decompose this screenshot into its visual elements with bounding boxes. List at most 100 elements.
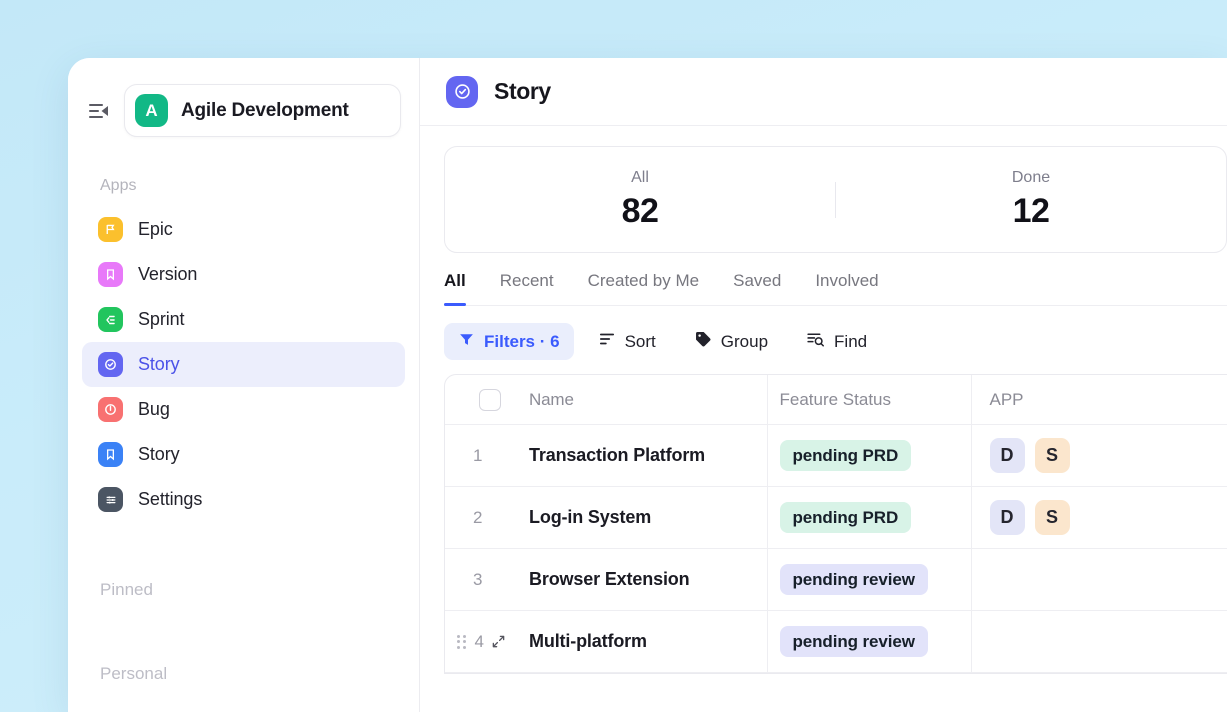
- sort-icon: [598, 330, 616, 353]
- status-badge[interactable]: pending PRD: [779, 440, 912, 471]
- row-status-cell: pending review: [768, 549, 972, 610]
- find-label: Find: [834, 331, 868, 351]
- view-tabs: All Recent Created by Me Saved Involved: [444, 271, 1227, 306]
- stat-done[interactable]: Done 12: [836, 169, 1226, 231]
- sort-label: Sort: [624, 331, 656, 351]
- sidebar-group-personal[interactable]: Personal: [68, 664, 419, 684]
- row-name[interactable]: Browser Extension: [529, 549, 768, 610]
- tab-all[interactable]: All: [444, 271, 466, 306]
- sidebar-item-epic[interactable]: Epic: [82, 207, 405, 252]
- sidebar-item-story[interactable]: Story: [82, 342, 405, 387]
- table-row[interactable]: 2 Log-in System pending PRD D S: [445, 487, 1227, 549]
- filters-label: Filters · 6: [484, 331, 560, 351]
- group-label: Group: [720, 331, 769, 351]
- sidebar-item-version[interactable]: Version: [82, 252, 405, 297]
- column-header-app[interactable]: APP: [972, 375, 1227, 424]
- row-status-cell: pending review: [768, 611, 972, 672]
- sidebar: A Agile Development Apps Epic Version Sp…: [68, 58, 420, 712]
- expand-icon[interactable]: [491, 634, 506, 649]
- tab-involved[interactable]: Involved: [815, 271, 878, 305]
- row-app-cell: D S: [972, 487, 1227, 548]
- group-button[interactable]: Group: [680, 323, 782, 360]
- row-status-cell: pending PRD: [768, 487, 972, 548]
- sidebar-item-label: Epic: [138, 219, 173, 239]
- flag-icon: [98, 217, 123, 242]
- stats-card: All 82 Done 12: [444, 146, 1227, 253]
- tab-saved[interactable]: Saved: [733, 271, 781, 305]
- sort-button[interactable]: Sort: [584, 323, 670, 360]
- sidebar-item-sprint[interactable]: Sprint: [82, 297, 405, 342]
- sidebar-item-label: Bug: [138, 399, 170, 419]
- table-row[interactable]: 1 Transaction Platform pending PRD D S: [445, 425, 1227, 487]
- stat-value: 82: [621, 191, 659, 230]
- sidebar-item-label: Story: [138, 354, 180, 374]
- select-all-checkbox[interactable]: [479, 388, 501, 411]
- row-index: 2: [473, 507, 483, 527]
- collapse-sidebar-icon[interactable]: [86, 98, 112, 124]
- row-app-cell: D S: [972, 425, 1227, 486]
- drag-handle-icon[interactable]: [457, 634, 466, 649]
- row-name[interactable]: Multi-platform: [529, 611, 768, 672]
- stat-label: Done: [1011, 168, 1051, 186]
- row-app-cell: [972, 611, 1227, 672]
- sidebar-nav: Epic Version Sprint Story Bug Story Sett…: [68, 207, 419, 522]
- table-row[interactable]: 4 Multi-platform pending review: [445, 611, 1227, 673]
- table-row[interactable]: 3 Browser Extension pending review: [445, 549, 1227, 611]
- row-name[interactable]: Log-in System: [529, 487, 768, 548]
- status-badge[interactable]: pending PRD: [779, 502, 912, 533]
- tab-created-by-me[interactable]: Created by Me: [588, 271, 700, 305]
- workspace-switcher[interactable]: A Agile Development: [124, 84, 401, 137]
- sidebar-item-label: Version: [138, 264, 198, 284]
- filter-icon: [458, 331, 475, 353]
- bookmark-icon: [98, 442, 123, 467]
- table-toolbar: Filters · 6 Sort Group Find: [444, 323, 1227, 360]
- table-header-row: Name Feature Status APP: [445, 375, 1227, 425]
- sidebar-item-label: Sprint: [138, 309, 185, 329]
- status-badge[interactable]: pending review: [779, 626, 928, 657]
- status-badge[interactable]: pending review: [779, 564, 928, 595]
- main-body: All 82 Done 12 All Recent Created by Me …: [420, 126, 1227, 712]
- row-app-cell: [972, 549, 1227, 610]
- app-badge[interactable]: D: [989, 500, 1025, 535]
- tag-icon: [694, 330, 712, 353]
- sidebar-group-pinned[interactable]: Pinned: [68, 580, 419, 600]
- sidebar-item-label: Settings: [138, 489, 203, 509]
- sidebar-item-label: Story: [138, 444, 180, 464]
- app-badge[interactable]: S: [1034, 438, 1070, 473]
- row-index: 1: [473, 445, 483, 465]
- sidebar-item-story-2[interactable]: Story: [82, 432, 405, 477]
- stat-label: All: [631, 168, 649, 186]
- main-panel: Story All 82 Done 12 All Recent Created …: [420, 58, 1227, 712]
- row-index-cell: 2: [445, 508, 529, 528]
- app-badge[interactable]: S: [1034, 500, 1070, 535]
- bookmark-icon: [98, 262, 123, 287]
- app-badge[interactable]: D: [989, 438, 1025, 473]
- row-status-cell: pending PRD: [768, 425, 972, 486]
- stories-table: Name Feature Status APP 1 Transaction Pl…: [444, 374, 1227, 674]
- row-index-cell: 3: [445, 570, 529, 590]
- workspace-row: A Agile Development: [68, 58, 419, 137]
- sidebar-item-bug[interactable]: Bug: [82, 387, 405, 432]
- sidebar-item-settings[interactable]: Settings: [82, 477, 405, 522]
- app-window: A Agile Development Apps Epic Version Sp…: [68, 58, 1227, 712]
- sprint-icon: [98, 307, 123, 332]
- check-circle-icon: [446, 75, 478, 108]
- column-header-name[interactable]: Name: [529, 375, 768, 424]
- page-title: Story: [494, 78, 551, 104]
- column-header-feature-status[interactable]: Feature Status: [768, 375, 972, 424]
- workspace-avatar: A: [135, 94, 168, 127]
- find-icon: [806, 330, 825, 353]
- select-all-cell: [445, 388, 529, 411]
- workspace-name: Agile Development: [181, 99, 349, 121]
- find-button[interactable]: Find: [792, 323, 881, 360]
- row-name[interactable]: Transaction Platform: [529, 425, 768, 486]
- filters-button[interactable]: Filters · 6: [444, 323, 574, 360]
- alert-circle-icon: [98, 397, 123, 422]
- row-index: 3: [473, 569, 483, 589]
- tab-recent[interactable]: Recent: [500, 271, 554, 305]
- row-index: 4: [474, 631, 484, 651]
- stat-all[interactable]: All 82: [445, 169, 835, 231]
- sliders-icon: [98, 487, 123, 512]
- check-circle-icon: [98, 352, 123, 377]
- sidebar-section-apps: Apps: [100, 177, 137, 194]
